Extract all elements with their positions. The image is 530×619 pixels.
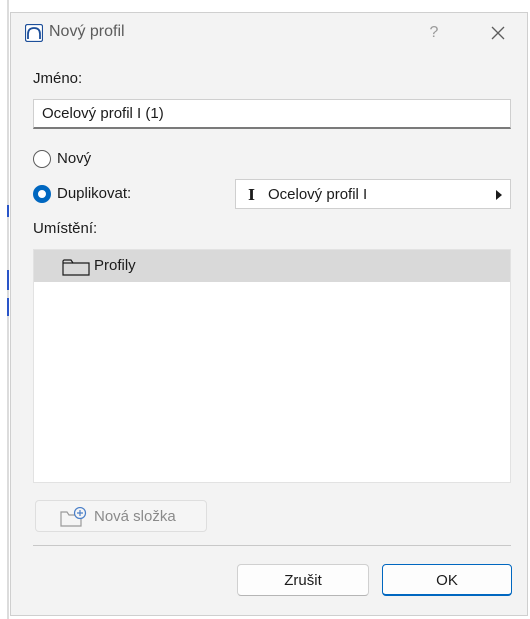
location-tree[interactable]: Profily bbox=[33, 249, 511, 483]
chevron-right-icon bbox=[496, 190, 502, 200]
new-radio[interactable] bbox=[33, 150, 51, 168]
new-folder-icon bbox=[60, 506, 88, 527]
duplicate-source-value: Ocelový profil I bbox=[268, 186, 368, 203]
new-radio-label[interactable]: Nový bbox=[57, 150, 91, 167]
new-profile-dialog: Nový profil ? Jméno: Nový Duplikovat: I … bbox=[10, 12, 528, 616]
background-marker bbox=[7, 298, 9, 316]
background-marker bbox=[7, 205, 9, 217]
tree-item-profily[interactable]: Profily bbox=[34, 250, 510, 282]
duplicate-radio-label[interactable]: Duplikovat: bbox=[57, 185, 131, 202]
title-bar[interactable]: Nový profil ? bbox=[11, 13, 527, 53]
name-input[interactable] bbox=[33, 99, 511, 129]
location-label: Umístění: bbox=[33, 220, 98, 237]
close-button[interactable] bbox=[481, 19, 515, 47]
new-folder-button[interactable]: Nová složka bbox=[35, 500, 207, 532]
new-option[interactable]: Nový bbox=[33, 149, 113, 171]
duplicate-source-select[interactable]: I Ocelový profil I bbox=[235, 179, 511, 209]
tree-item-label: Profily bbox=[94, 257, 136, 274]
folder-icon bbox=[62, 258, 90, 276]
profile-app-icon bbox=[24, 23, 44, 43]
ok-button[interactable]: OK bbox=[382, 564, 512, 596]
duplicate-option[interactable]: Duplikovat: bbox=[33, 184, 183, 206]
new-folder-label: Nová složka bbox=[94, 508, 176, 525]
name-label: Jméno: bbox=[33, 70, 83, 87]
help-button[interactable]: ? bbox=[419, 19, 449, 47]
close-icon bbox=[491, 26, 505, 40]
i-beam-profile-icon: I bbox=[248, 186, 256, 204]
background-marker bbox=[7, 270, 9, 290]
dialog-title: Nový profil bbox=[49, 23, 125, 40]
footer-divider bbox=[33, 545, 511, 546]
duplicate-radio[interactable] bbox=[33, 185, 51, 203]
cancel-button[interactable]: Zrušit bbox=[237, 564, 369, 596]
